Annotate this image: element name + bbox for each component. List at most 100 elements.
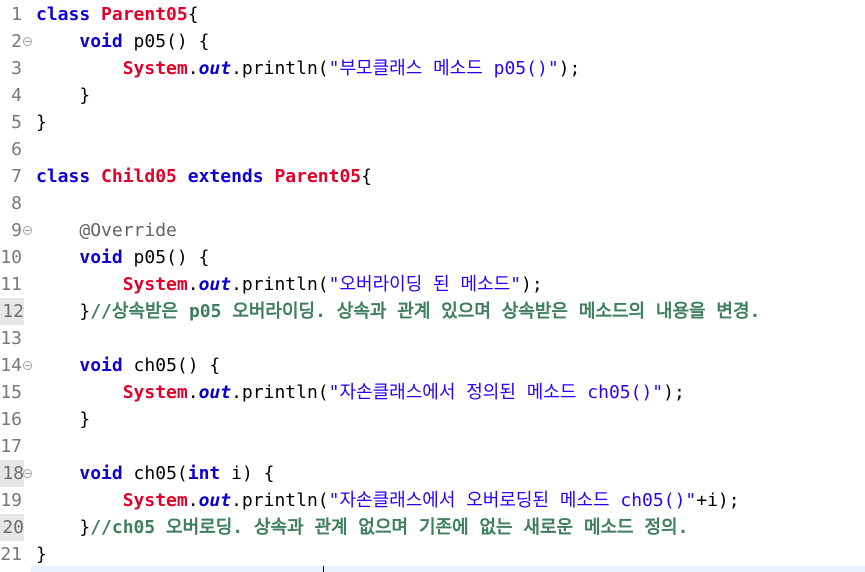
code-token: //상속받은 p05 오버라이딩. 상속과 관계 있으며 상속받은 메소드의 내… xyxy=(90,301,761,322)
line-number: 9 xyxy=(11,220,22,241)
code-token: "자손클래스에서 정의된 메소드 ch05()" xyxy=(328,382,664,403)
code-token: . xyxy=(187,58,199,79)
code-token: Parent05 xyxy=(274,166,362,187)
text-cursor xyxy=(323,566,324,572)
code-token: ); xyxy=(521,274,543,295)
code-token: ); xyxy=(663,382,685,403)
line-number: 18 xyxy=(0,460,24,487)
code-token: out xyxy=(198,274,232,295)
code-token: "부모클래스 메소드 p05()" xyxy=(328,58,559,79)
code-token: } xyxy=(36,544,47,565)
line-number: 19 xyxy=(0,490,22,511)
code-text: System.out.println("자손클래스에서 오버로딩된 메소드 ch… xyxy=(36,487,740,514)
code-text: } xyxy=(36,109,47,136)
code-token: @Override xyxy=(79,220,177,241)
code-token: Parent05 xyxy=(101,4,188,25)
line-number: 20 xyxy=(0,514,24,541)
code-line[interactable]: 16 } xyxy=(0,406,865,433)
code-text: @Override xyxy=(36,217,177,244)
code-line[interactable]: 20 }//ch05 오버로딩. 상속과 관계 없으며 기존에 없는 새로운 메… xyxy=(0,514,865,541)
code-text: void p05() { xyxy=(36,28,209,55)
code-token: out xyxy=(198,490,232,511)
code-token: void xyxy=(79,355,123,376)
code-token: //ch05 오버로딩. 상속과 관계 없으며 기존에 없는 새로운 메소드 정… xyxy=(90,517,689,538)
code-token: extends xyxy=(187,166,264,187)
code-token: . xyxy=(187,274,199,295)
code-line[interactable]: 17 xyxy=(0,433,865,460)
fold-collapse-icon[interactable]: − xyxy=(23,469,32,478)
code-token: class xyxy=(36,4,102,25)
code-line[interactable]: 4 } xyxy=(0,82,865,109)
code-token: void xyxy=(79,247,123,268)
code-line[interactable]: 6 xyxy=(0,136,865,163)
code-text: } xyxy=(36,406,90,433)
line-number: 4 xyxy=(11,85,22,106)
code-line[interactable]: 7 class Child05 extends Parent05{ xyxy=(0,163,865,190)
code-token: p05() { xyxy=(122,31,210,52)
code-line[interactable]: 9− @Override xyxy=(0,217,865,244)
code-line[interactable]: 10 void p05() { xyxy=(0,244,865,271)
horizontal-scrollbar[interactable] xyxy=(31,566,865,572)
code-token: p05() { xyxy=(122,247,210,268)
code-line[interactable]: 18− void ch05(int i) { xyxy=(0,460,865,487)
code-text: void ch05() { xyxy=(36,352,220,379)
code-token: .println( xyxy=(231,382,329,403)
line-number: 3 xyxy=(11,58,22,79)
code-line[interactable]: 5} xyxy=(0,109,865,136)
code-line[interactable]: 12 }//상속받은 p05 오버라이딩. 상속과 관계 있으며 상속받은 메소… xyxy=(0,298,865,325)
fold-collapse-icon[interactable]: − xyxy=(23,361,32,370)
fold-collapse-icon[interactable]: − xyxy=(23,37,32,46)
code-token: .println( xyxy=(231,274,329,295)
code-line[interactable]: 14− void ch05() { xyxy=(0,352,865,379)
line-number: 13 xyxy=(0,328,22,349)
code-line[interactable]: 19 System.out.println("자손클래스에서 오버로딩된 메소드… xyxy=(0,487,865,514)
code-token: .println( xyxy=(231,58,329,79)
code-token: System xyxy=(122,274,188,295)
fold-collapse-icon[interactable]: − xyxy=(23,226,32,235)
code-text: class Parent05{ xyxy=(36,1,199,28)
line-number: 10 xyxy=(0,247,22,268)
code-token: { xyxy=(361,166,372,187)
code-text: }//ch05 오버로딩. 상속과 관계 없으며 기존에 없는 새로운 메소드 … xyxy=(36,514,688,541)
line-number: 15 xyxy=(0,382,22,403)
code-text: System.out.println("자손클래스에서 정의된 메소드 ch05… xyxy=(36,379,685,406)
code-token: . xyxy=(187,490,199,511)
code-token: out xyxy=(198,58,232,79)
code-text: } xyxy=(36,541,47,568)
code-line[interactable]: 11 System.out.println("오버라이딩 된 메소드"); xyxy=(0,271,865,298)
code-text: class Child05 extends Parent05{ xyxy=(36,163,372,190)
code-text: void ch05(int i) { xyxy=(36,460,274,487)
code-line[interactable]: 15 System.out.println("자손클래스에서 정의된 메소드 c… xyxy=(0,379,865,406)
code-token: { xyxy=(187,4,199,25)
line-number: 7 xyxy=(11,166,22,187)
line-number: 1 xyxy=(11,4,22,25)
code-line[interactable]: 2− void p05() { xyxy=(0,28,865,55)
code-text: }//상속받은 p05 오버라이딩. 상속과 관계 있으며 상속받은 메소드의 … xyxy=(36,298,760,325)
code-line[interactable]: 21} xyxy=(0,541,865,568)
code-token: class xyxy=(36,166,102,187)
code-token: } xyxy=(36,112,47,133)
code-line[interactable]: 3 System.out.println("부모클래스 메소드 p05()"); xyxy=(0,55,865,82)
code-token: } xyxy=(36,409,91,430)
code-line[interactable]: 8 xyxy=(0,190,865,217)
code-text: System.out.println("오버라이딩 된 메소드"); xyxy=(36,271,543,298)
line-number: 6 xyxy=(11,139,22,160)
line-number: 21 xyxy=(0,544,22,565)
code-token: ch05() { xyxy=(122,355,221,376)
code-token: } xyxy=(36,517,91,538)
code-editor[interactable]: 1 class Parent05{2− void p05() {3 System.… xyxy=(0,0,865,572)
code-token: System xyxy=(122,490,188,511)
line-number: 14 xyxy=(0,355,22,376)
line-number: 16 xyxy=(0,409,22,430)
line-number: 17 xyxy=(0,436,22,457)
code-line[interactable]: 13 xyxy=(0,325,865,352)
code-token: .println( xyxy=(231,490,329,511)
code-line[interactable]: 1 class Parent05{ xyxy=(0,1,865,28)
